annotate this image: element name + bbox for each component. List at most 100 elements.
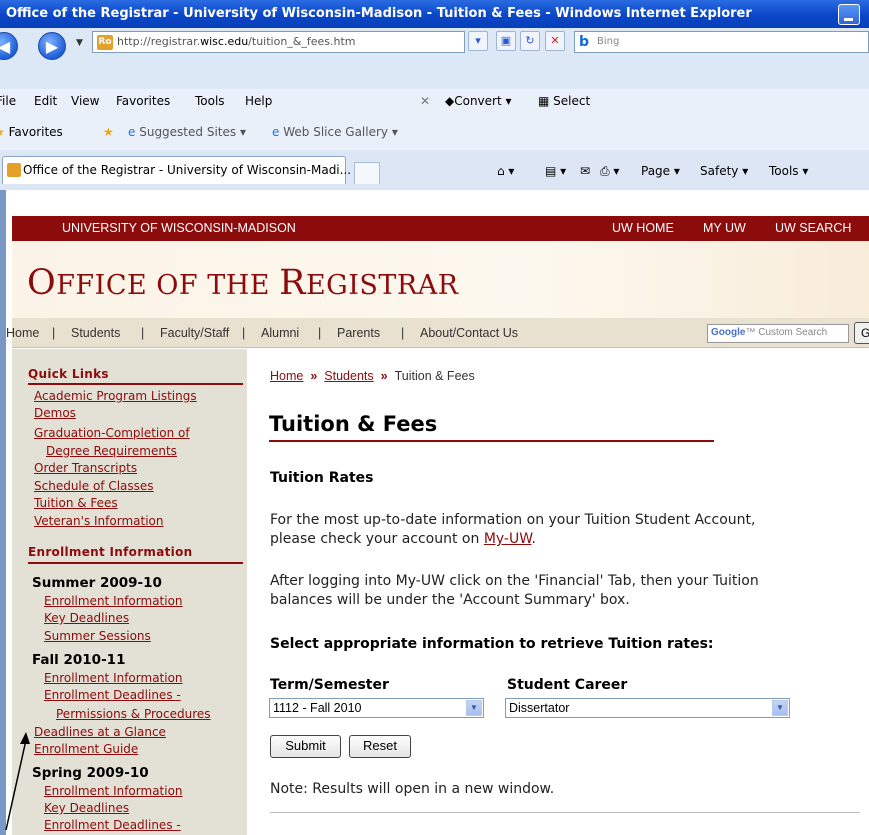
home-icon[interactable]: ⌂ ▾ xyxy=(497,164,514,178)
link-schedule-of-classes[interactable]: Schedule of Classes xyxy=(34,479,154,493)
link-fall-permissions-procedures[interactable]: Permissions & Procedures xyxy=(56,707,211,721)
address-url[interactable]: http://registrar.wisc.edu/tuition_&_fees… xyxy=(117,35,356,48)
term-select[interactable]: 1112 - Fall 2010 ▼ xyxy=(269,698,484,718)
menu-help[interactable]: Help xyxy=(245,94,272,108)
select-button[interactable]: ▦ Select xyxy=(538,94,590,108)
submit-button[interactable]: Submit xyxy=(270,735,341,758)
breadcrumb-students[interactable]: Students xyxy=(324,369,373,383)
feeds-icon[interactable]: ▤ ▾ xyxy=(545,164,566,178)
tools-menu[interactable]: Tools ▾ xyxy=(769,164,808,178)
link-tuition-fees[interactable]: Tuition & Fees xyxy=(34,496,118,510)
breadcrumb-home[interactable]: Home xyxy=(270,369,303,383)
my-uw-link-inline[interactable]: My-UW xyxy=(484,531,532,547)
link-academic-program-listings[interactable]: Academic Program Listings xyxy=(34,389,197,403)
spring-heading: Spring 2009-10 xyxy=(32,765,149,781)
link-fall-enrollment-deadlines[interactable]: Enrollment Deadlines - xyxy=(44,688,181,702)
forward-icon[interactable]: ▶ xyxy=(38,32,66,60)
compatibility-view-icon[interactable]: ▣ xyxy=(496,31,516,51)
menu-tools[interactable]: Tools xyxy=(195,94,225,108)
nav-faculty-staff[interactable]: Faculty/Staff xyxy=(160,326,229,340)
link-enrollment-guide[interactable]: Enrollment Guide xyxy=(34,742,138,756)
search-box[interactable]: b Bing xyxy=(574,31,869,53)
mail-icon[interactable]: ✉ xyxy=(580,164,590,178)
menu-view[interactable]: View xyxy=(71,94,99,108)
history-dropdown-icon[interactable]: ▼ xyxy=(76,38,83,48)
nav-students[interactable]: Students xyxy=(71,326,120,340)
back-icon[interactable]: ◀ xyxy=(0,32,18,60)
fall-heading: Fall 2010-11 xyxy=(32,652,126,668)
menu-edit[interactable]: Edit xyxy=(34,94,57,108)
go-button[interactable]: Go xyxy=(854,322,869,344)
link-summer-key-deadlines[interactable]: Key Deadlines xyxy=(44,611,129,625)
link-graduation-completion[interactable]: Graduation-Completion of xyxy=(34,426,190,440)
print-icon[interactable]: ⎙ ▾ xyxy=(600,164,619,179)
page-title: Tuition & Fees xyxy=(269,412,438,436)
nav-about-contact[interactable]: About/Contact Us xyxy=(420,326,518,340)
web-slice-button[interactable]: e Web Slice Gallery ▾ xyxy=(272,125,398,139)
link-degree-requirements[interactable]: Degree Requirements xyxy=(46,444,177,458)
career-label: Student Career xyxy=(507,677,628,693)
add-favorite-icon[interactable]: ★ xyxy=(103,125,114,139)
new-tab-button[interactable] xyxy=(354,162,380,184)
convert-button[interactable]: ◆Convert ▾ xyxy=(445,94,512,108)
link-order-transcripts[interactable]: Order Transcripts xyxy=(34,461,137,475)
google-logo: Google xyxy=(711,327,746,338)
para-login-line1: After logging into My-UW click on the 'F… xyxy=(270,573,759,589)
link-summer-sessions[interactable]: Summer Sessions xyxy=(44,629,151,643)
my-uw-link[interactable]: MY UW xyxy=(703,221,746,235)
web-slice-icon: e xyxy=(272,125,280,139)
favorites-button[interactable]: ★ Favorites xyxy=(0,125,63,139)
navigation-bar: ◀ ▶ ▼ Ro http://registrar.wisc.edu/tuiti… xyxy=(0,28,869,89)
search-engine-label: Bing xyxy=(597,36,620,47)
link-summer-enrollment-info[interactable]: Enrollment Information xyxy=(44,594,183,608)
site-banner: OFFICE OF THE REGISTRAR xyxy=(12,241,869,318)
address-dropdown-icon[interactable]: ▾ xyxy=(468,31,488,51)
page-menu[interactable]: Page ▾ xyxy=(641,164,680,178)
address-bar[interactable]: Ro http://registrar.wisc.edu/tuition_&_f… xyxy=(92,31,465,53)
search-placeholder: Custom Search xyxy=(758,327,828,338)
nav-separator: | xyxy=(141,326,145,340)
career-select[interactable]: Dissertator ▼ xyxy=(505,698,790,718)
suggested-sites-button[interactable]: e Suggested Sites ▾ xyxy=(128,125,246,139)
nav-separator: | xyxy=(242,326,246,340)
sidebar: Quick Links Academic Program Listings De… xyxy=(12,349,247,835)
results-note: Note: Results will open in a new window. xyxy=(270,781,555,797)
favorites-bar: ★ Favorites ★ e Suggested Sites ▾ e Web … xyxy=(0,114,869,150)
breadcrumb-separator: » xyxy=(380,369,388,383)
chevron-down-icon[interactable]: ▼ xyxy=(466,700,482,716)
stop-icon[interactable]: ✕ xyxy=(545,31,565,51)
university-name[interactable]: UNIVERSITY OF WISCONSIN-MADISON xyxy=(62,221,296,235)
sidebar-rule xyxy=(28,562,243,564)
nav-alumni[interactable]: Alumni xyxy=(261,326,299,340)
uw-search-link[interactable]: UW SEARCH xyxy=(775,221,851,235)
breadcrumb: Home » Students » Tuition & Fees xyxy=(270,369,475,383)
reset-button[interactable]: Reset xyxy=(349,735,411,758)
menu-file[interactable]: File xyxy=(0,94,16,108)
annotation-arrow-icon xyxy=(5,732,30,831)
nav-home[interactable]: Home xyxy=(6,326,39,340)
tab-registrar[interactable]: Office of the Registrar - University of … xyxy=(2,156,351,184)
refresh-icon[interactable]: ↻ xyxy=(520,31,540,51)
safety-menu[interactable]: Safety ▾ xyxy=(700,164,748,178)
site-title[interactable]: OFFICE OF THE REGISTRAR xyxy=(27,263,459,303)
link-demos[interactable]: Demos xyxy=(34,406,76,420)
link-spring-key-deadlines[interactable]: Key Deadlines xyxy=(44,801,129,815)
link-spring-enrollment-info[interactable]: Enrollment Information xyxy=(44,784,183,798)
minimize-button[interactable] xyxy=(838,4,860,25)
menu-favorites[interactable]: Favorites xyxy=(116,94,170,108)
link-fall-enrollment-info[interactable]: Enrollment Information xyxy=(44,671,183,685)
tab-favicon-icon xyxy=(7,163,21,177)
google-search-input[interactable]: Google™ Custom Search xyxy=(707,324,849,343)
university-bar: UNIVERSITY OF WISCONSIN-MADISON UW HOME … xyxy=(12,216,869,241)
menu-bar: File Edit View Favorites Tools Help ✕ ◆C… xyxy=(0,89,869,114)
chevron-down-icon[interactable]: ▼ xyxy=(772,700,788,716)
enrollment-info-header: Enrollment Information xyxy=(28,545,193,559)
bing-icon: b xyxy=(579,34,590,50)
link-deadlines-at-a-glance[interactable]: Deadlines at a Glance xyxy=(34,725,166,739)
link-veterans-information[interactable]: Veteran's Information xyxy=(34,514,163,528)
nav-parents[interactable]: Parents xyxy=(337,326,380,340)
close-toolbar-icon[interactable]: ✕ xyxy=(420,94,430,108)
link-spring-enrollment-deadlines[interactable]: Enrollment Deadlines - xyxy=(44,818,181,832)
select-prompt: Select appropriate information to retrie… xyxy=(270,636,714,652)
uw-home-link[interactable]: UW HOME xyxy=(612,221,674,235)
